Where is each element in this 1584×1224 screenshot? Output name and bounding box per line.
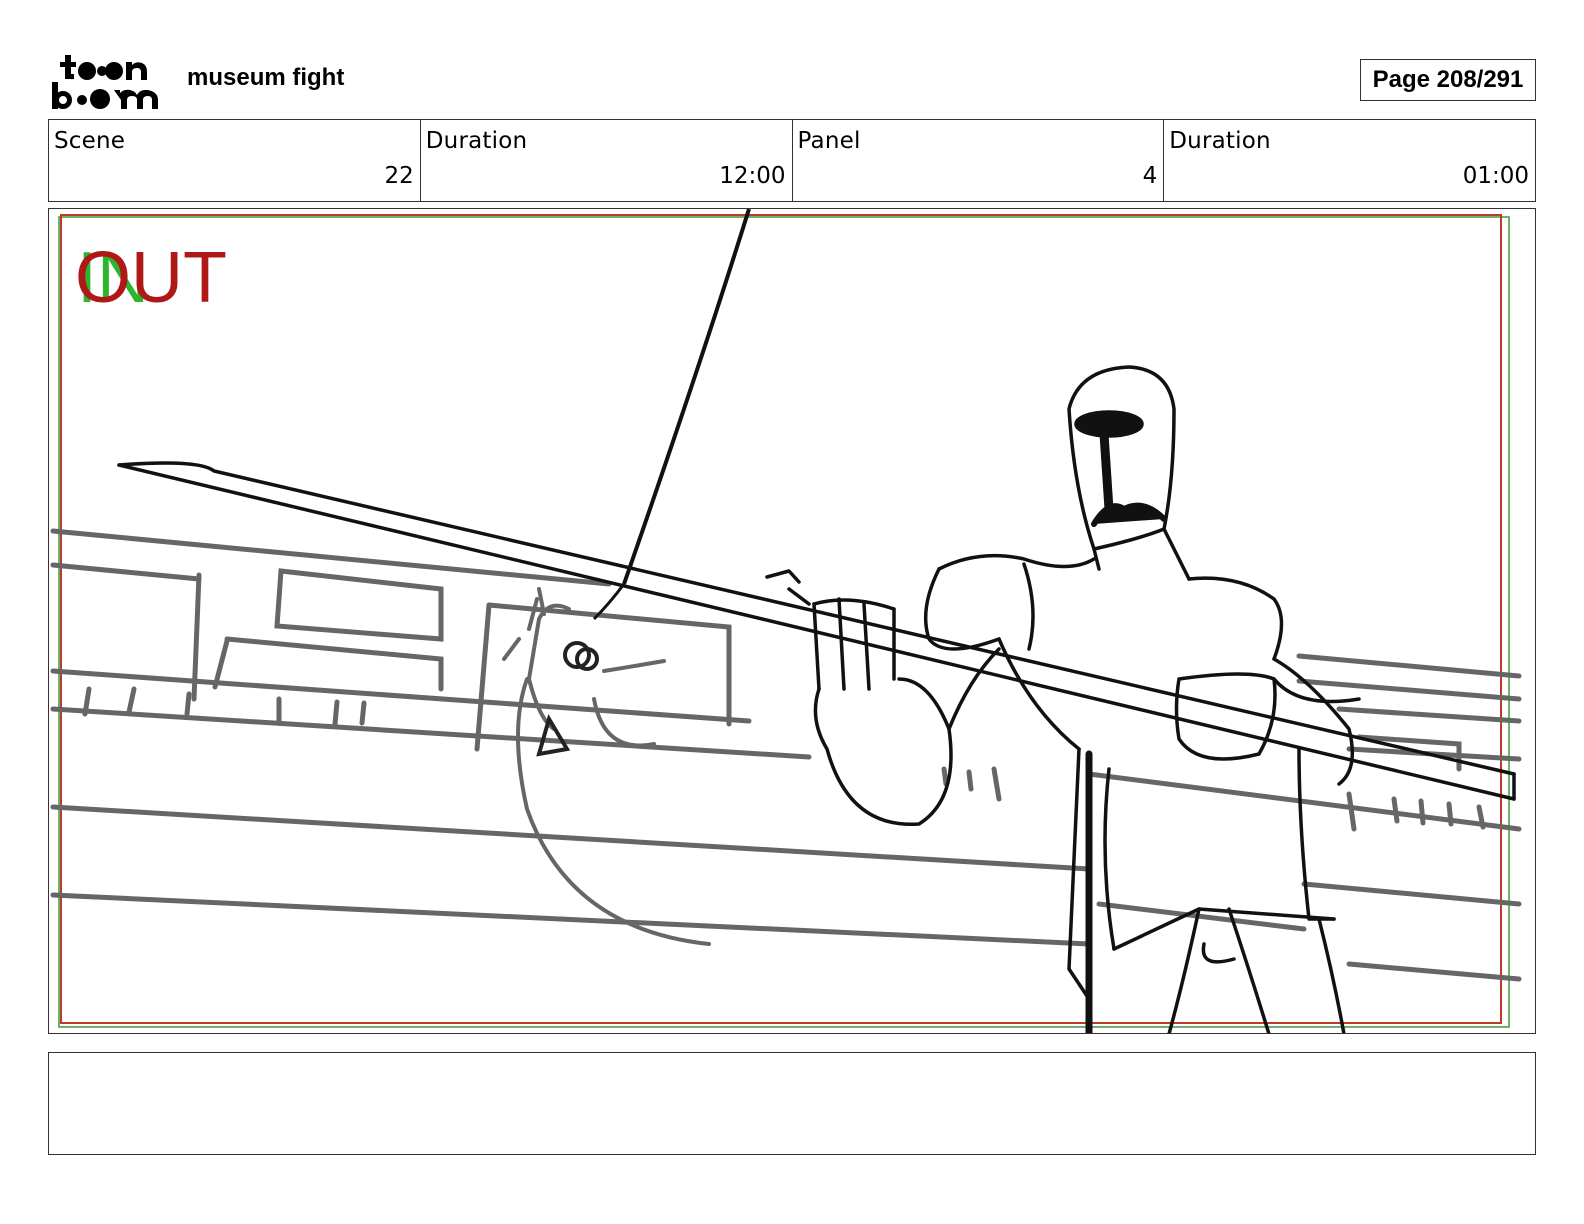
page-indicator: Page 208/291	[1360, 59, 1536, 101]
scene-duration-cell: Duration 12:00	[421, 120, 793, 201]
hanging-line	[622, 209, 751, 585]
panel-duration-label: Duration	[1169, 128, 1271, 154]
panel-duration-cell: Duration 01:00	[1164, 120, 1535, 201]
panel-value: 4	[1142, 163, 1158, 189]
page-label: Page 208/291	[1372, 66, 1524, 93]
scene-label: Scene	[54, 128, 126, 154]
scene-cell: Scene 22	[49, 120, 421, 201]
scene-info-table: Scene 22 Duration 12:00 Panel 4 Duration…	[48, 119, 1536, 202]
scene-duration-value: 12:00	[719, 163, 786, 189]
panel-drawing: IN OUT	[50, 209, 1522, 1033]
project-title: museum fight	[187, 64, 345, 91]
panel-label: Panel	[797, 128, 861, 154]
panel-duration-value: 01:00	[1462, 163, 1529, 189]
scene-value: 22	[384, 163, 414, 189]
storyboard-panel: IN OUT	[48, 208, 1536, 1034]
panel-caption-box[interactable]	[48, 1052, 1536, 1155]
out-marker: OUT	[75, 238, 227, 318]
toon-boom-logo	[52, 55, 158, 109]
scene-duration-label: Duration	[425, 128, 528, 154]
panel-cell: Panel 4	[793, 120, 1165, 201]
mouse-character	[502, 587, 711, 946]
